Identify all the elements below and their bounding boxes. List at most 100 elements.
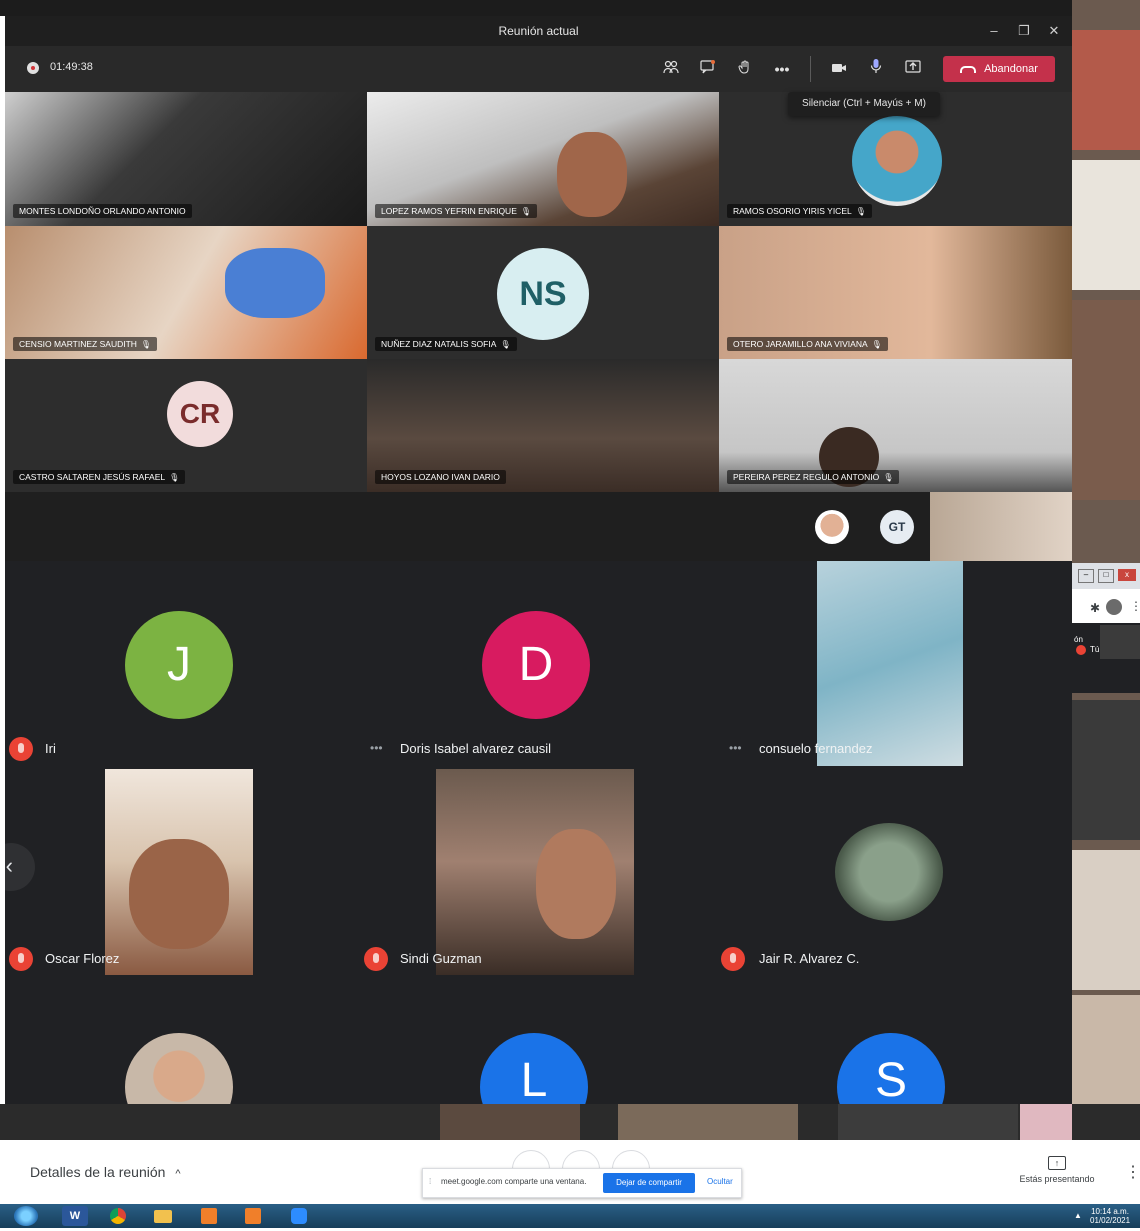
system-clock[interactable]: 10:14 a.m. 01/02/2021 xyxy=(1090,1207,1130,1225)
toolbar-divider xyxy=(810,56,811,82)
leave-button[interactable]: Abandonar xyxy=(943,56,1055,82)
meet-participant-tile[interactable]: J Iri xyxy=(5,561,360,766)
more-actions-button[interactable]: ••• xyxy=(771,58,793,80)
sharing-notice-text: meet.google.com comparte una ventana. xyxy=(441,1177,587,1186)
meet-participant-name: consuelo fernandez xyxy=(759,741,873,756)
hide-button[interactable]: Ocultar xyxy=(707,1177,733,1186)
meet-participant-tile[interactable]: Sindi Guzman xyxy=(360,769,715,975)
meet-participant-tile[interactable]: Oscar Florez xyxy=(5,769,360,975)
meet-initial-avatar[interactable]: L xyxy=(480,1033,588,1104)
clock-date: 01/02/2021 xyxy=(1090,1216,1131,1225)
meet-participant-tile[interactable]: Jair R. Alvarez C. xyxy=(715,769,1070,975)
participant-tile[interactable]: HOYOS LOZANO IVAN DARIO xyxy=(367,359,719,492)
participant-tile[interactable]: PEREIRA PEREZ REGULO ANTONIO 🎙 xyxy=(719,359,1072,492)
folder-icon xyxy=(154,1210,172,1223)
participant-tile[interactable]: CENSIO MARTINEZ SAUDITH 🎙 xyxy=(5,226,367,359)
chevron-left-icon: ‹ xyxy=(5,853,13,878)
share-screen-button[interactable] xyxy=(902,58,924,80)
participant-tile[interactable]: LOPEZ RAMOS YEFRIN ENRIQUE 🎙 xyxy=(367,92,719,226)
meet-initial-avatar: D xyxy=(482,611,590,719)
chat-button[interactable] xyxy=(697,58,719,80)
mic-off-icon: 🎙 xyxy=(140,340,152,349)
camera-icon xyxy=(832,64,846,72)
more-options-icon[interactable]: ••• xyxy=(370,741,383,755)
muted-mic-icon xyxy=(9,947,33,971)
orange-app-icon xyxy=(245,1208,261,1224)
meet-bottom-bar: Detalles de la reunión ^ ⁞ meet.google.c… xyxy=(0,1140,1140,1204)
more-options-icon[interactable]: ••• xyxy=(729,741,742,755)
drag-handle-icon[interactable]: ⁞ xyxy=(429,1177,431,1186)
chrome-taskbar-icon[interactable] xyxy=(105,1206,131,1226)
meet-participant-name: Oscar Florez xyxy=(45,951,120,966)
meet-participant-tile[interactable]: D ••• Doris Isabel alvarez causil xyxy=(360,561,715,766)
word-taskbar-icon[interactable]: W xyxy=(62,1206,88,1226)
muted-mic-icon xyxy=(9,737,33,761)
meet-sidebar-fragment: ón Tú xyxy=(1072,623,1140,693)
start-button[interactable] xyxy=(14,1206,38,1226)
maximize-button[interactable]: ❐ xyxy=(1010,16,1038,46)
camera-button[interactable] xyxy=(828,58,850,80)
meet-participant-tile[interactable]: ••• consuelo fernandez xyxy=(715,561,1070,766)
close-button[interactable]: ✕ xyxy=(1040,16,1068,46)
phone-hangup-icon xyxy=(960,65,977,73)
profile-avatar[interactable] xyxy=(1106,599,1122,615)
self-video-thumb xyxy=(1100,625,1140,659)
teams-meeting-window: Reunión actual – ❐ ✕ 01:49:38 ••• Abando… xyxy=(5,16,1072,561)
fragment-text: ón xyxy=(1074,635,1083,644)
self-label: Tú xyxy=(1090,645,1100,654)
participant-name: HOYOS LOZANO IVAN DARIO xyxy=(375,470,506,484)
muted-mic-icon xyxy=(721,947,745,971)
overflow-participant-initials[interactable]: GT xyxy=(880,510,914,544)
video-grid: MONTES LONDOÑO ORLANDO ANTONIO LOPEZ RAM… xyxy=(5,92,1072,492)
meet-initial-avatar[interactable]: S xyxy=(837,1033,945,1104)
show-hidden-icons-button[interactable]: ▲ xyxy=(1074,1211,1082,1220)
participant-tile[interactable]: MONTES LONDOÑO ORLANDO ANTONIO xyxy=(5,92,367,226)
meeting-toolbar: 01:49:38 ••• Abandonar xyxy=(5,46,1072,91)
participant-name: MONTES LONDOÑO ORLANDO ANTONIO xyxy=(13,204,192,218)
kebab-menu-icon[interactable]: ⋮ xyxy=(1130,599,1140,613)
hand-icon xyxy=(738,60,749,74)
app-taskbar-icon[interactable] xyxy=(240,1206,266,1226)
overflow-participant-photo[interactable] xyxy=(815,510,849,544)
title-bar: Reunión actual – ❐ ✕ xyxy=(5,16,1072,46)
chrome-icon xyxy=(110,1208,126,1224)
people-icon xyxy=(663,60,679,74)
maximize-button[interactable]: □ xyxy=(1098,569,1114,583)
more-options-button[interactable]: ⋮ xyxy=(1125,1162,1140,1182)
zoom-taskbar-icon[interactable] xyxy=(286,1206,312,1226)
meet-video-feed xyxy=(817,561,963,766)
participant-name: CENSIO MARTINEZ SAUDITH 🎙 xyxy=(13,337,158,351)
microphone-button[interactable] xyxy=(865,58,887,80)
participants-button[interactable] xyxy=(660,58,682,80)
participant-name: NUÑEZ DIAZ NATALIS SOFIA 🎙 xyxy=(375,337,517,351)
mic-off-icon: 🎙 xyxy=(500,340,511,349)
self-video-preview[interactable] xyxy=(930,492,1072,561)
explorer-taskbar-icon[interactable] xyxy=(150,1206,176,1226)
present-screen-icon: ↑ xyxy=(1048,1156,1066,1170)
participant-name: CASTRO SALTAREN JESÚS RAFAEL 🎙 xyxy=(13,470,186,484)
participant-video-face xyxy=(557,132,627,217)
kebab-menu-icon: ⋮ xyxy=(1125,1164,1140,1181)
microphone-icon xyxy=(870,59,882,73)
background-video-tile xyxy=(838,1104,1018,1140)
chat-icon xyxy=(700,60,715,74)
ellipsis-icon: ••• xyxy=(774,61,790,77)
share-tray-icon xyxy=(905,60,921,73)
background-video-tile xyxy=(1072,850,1140,990)
stop-sharing-button[interactable]: Dejar de compartir xyxy=(603,1173,695,1193)
video-camera-icon xyxy=(291,1208,307,1224)
raise-hand-button[interactable] xyxy=(734,58,756,80)
background-video-tile xyxy=(1020,1104,1072,1140)
close-button[interactable]: x xyxy=(1118,569,1136,581)
app-taskbar-icon[interactable] xyxy=(196,1206,222,1226)
minimize-button[interactable]: – xyxy=(1078,569,1094,583)
meet-avatar-photo[interactable] xyxy=(125,1033,233,1104)
minimize-button[interactable]: – xyxy=(980,16,1008,46)
participant-tile[interactable]: NS NUÑEZ DIAZ NATALIS SOFIA 🎙 xyxy=(367,226,719,359)
meeting-timer: 01:49:38 xyxy=(50,61,93,73)
participant-tile[interactable]: CR CASTRO SALTAREN JESÚS RAFAEL 🎙 xyxy=(5,359,367,492)
participant-tile[interactable]: OTERO JARAMILLO ANA VIVIANA 🎙 xyxy=(719,226,1072,359)
meeting-details-button[interactable]: Detalles de la reunión ^ xyxy=(30,1164,180,1180)
extensions-icon[interactable]: ✱ xyxy=(1090,601,1100,615)
presenting-button[interactable]: ↑ Estás presentando xyxy=(1012,1156,1102,1184)
